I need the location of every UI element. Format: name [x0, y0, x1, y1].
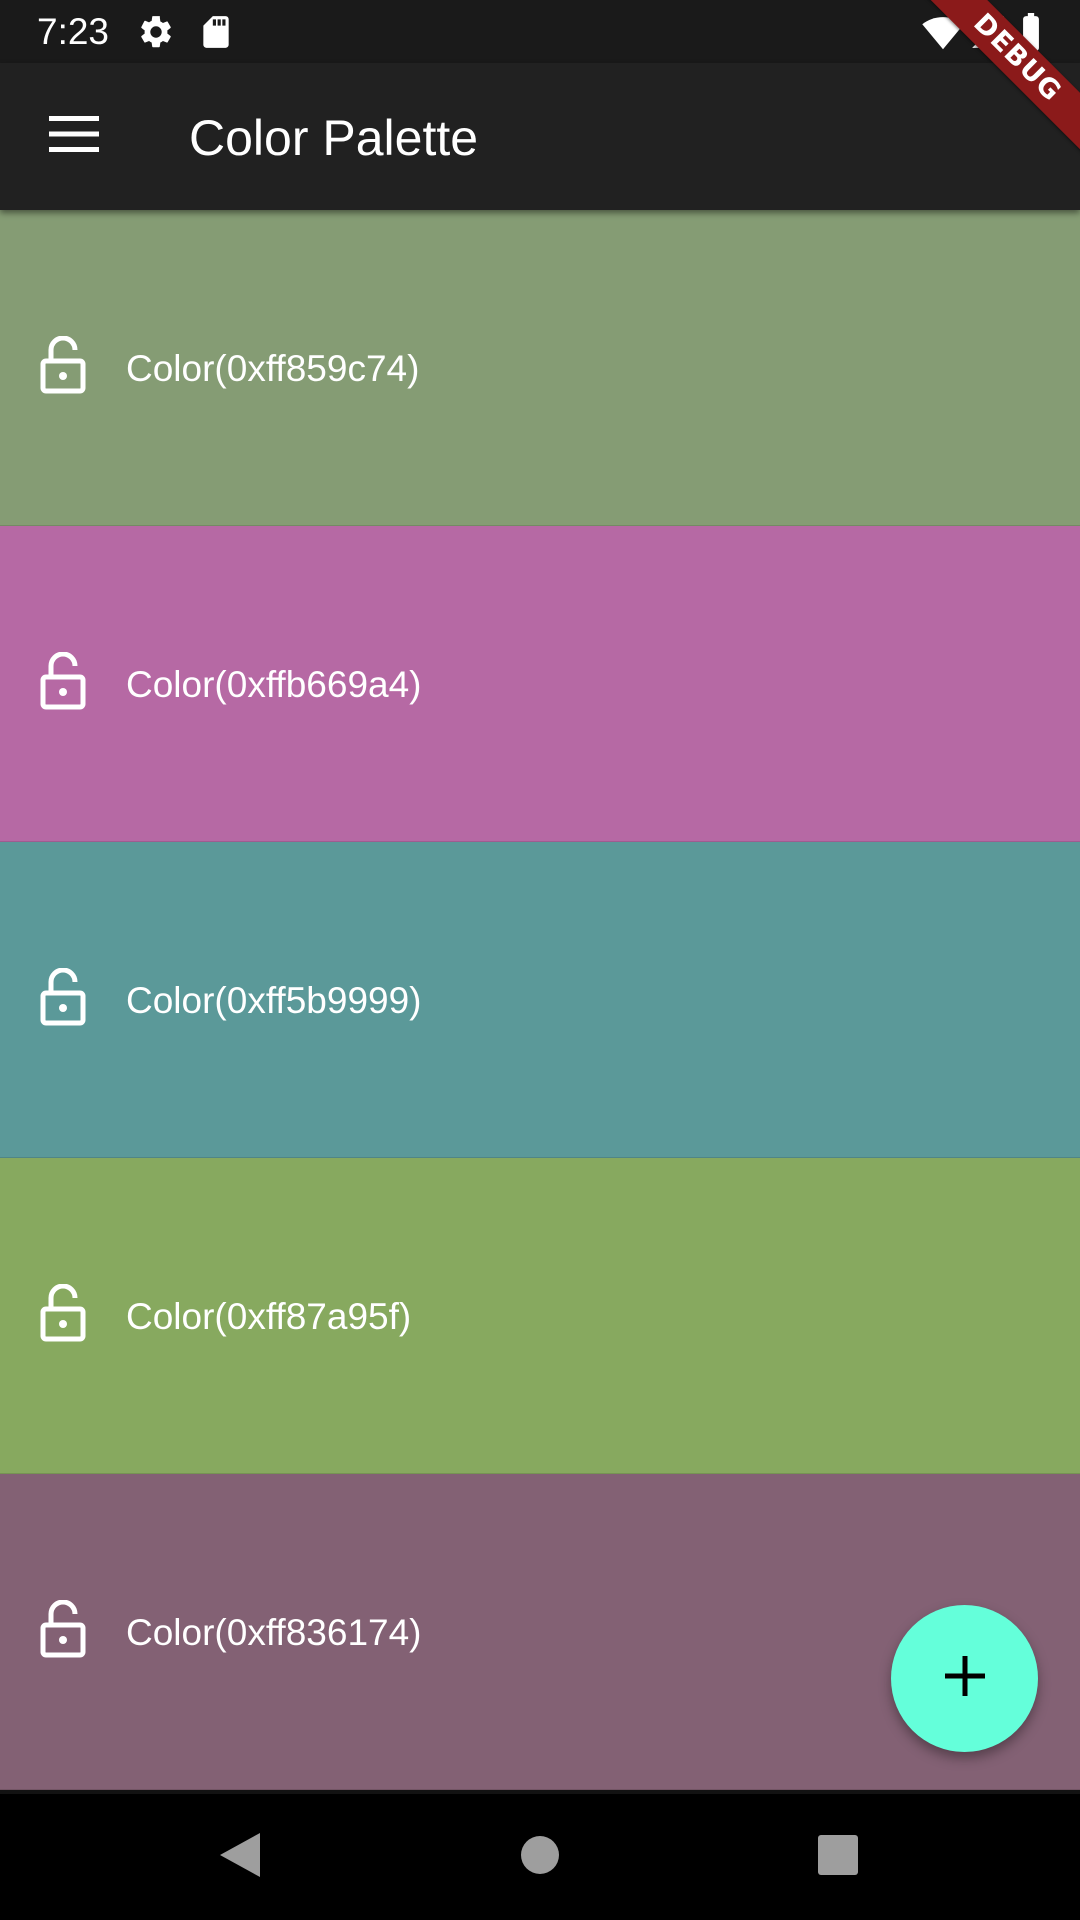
recents-button[interactable] [808, 1827, 868, 1887]
color-hex-label: Color(0xff87a95f) [126, 1296, 412, 1337]
add-color-button[interactable] [891, 1605, 1038, 1752]
system-nav-bar [0, 1794, 1080, 1920]
color-row[interactable]: Color(0xffb669a4) [0, 526, 1080, 842]
app-bar: Color Palette [0, 63, 1080, 210]
status-bar: 7:23 [0, 0, 1080, 63]
color-hex-label: Color(0xff859c74) [126, 348, 420, 389]
hamburger-menu-icon [48, 116, 99, 157]
gear-icon [137, 13, 175, 51]
signal-icon [968, 13, 1008, 51]
color-hex-label: Color(0xffb669a4) [126, 664, 422, 705]
recents-icon [817, 1834, 859, 1881]
color-row[interactable]: Color(0xff87a95f) [0, 1158, 1080, 1474]
status-time: 7:23 [37, 11, 110, 52]
color-hex-label: Color(0xff5b9999) [126, 980, 422, 1021]
unlock-icon[interactable] [40, 335, 86, 394]
unlock-icon[interactable] [40, 1283, 86, 1342]
plus-icon [943, 1654, 987, 1703]
sd-card-icon [197, 13, 235, 51]
home-button[interactable] [510, 1827, 570, 1887]
wifi-icon [922, 13, 964, 51]
color-list: Color(0xff859c74) Color(0xffb669a4) Colo… [0, 210, 1080, 1794]
home-icon [520, 1835, 560, 1880]
color-row[interactable]: Color(0xff859c74) [0, 210, 1080, 526]
page-title: Color Palette [189, 110, 479, 166]
unlock-icon[interactable] [40, 651, 86, 710]
app-screen: 7:23 DEBUG Color Palette Color(0xff859c7… [0, 0, 1080, 1920]
unlock-icon[interactable] [40, 967, 86, 1026]
color-hex-label: Color(0xff836174) [126, 1612, 422, 1653]
back-button[interactable] [210, 1827, 270, 1887]
color-row[interactable]: Color(0xff5b9999) [0, 842, 1080, 1158]
menu-button[interactable] [36, 99, 111, 174]
unlock-icon[interactable] [40, 1599, 86, 1658]
battery-icon [1018, 13, 1044, 51]
back-icon [218, 1831, 262, 1884]
